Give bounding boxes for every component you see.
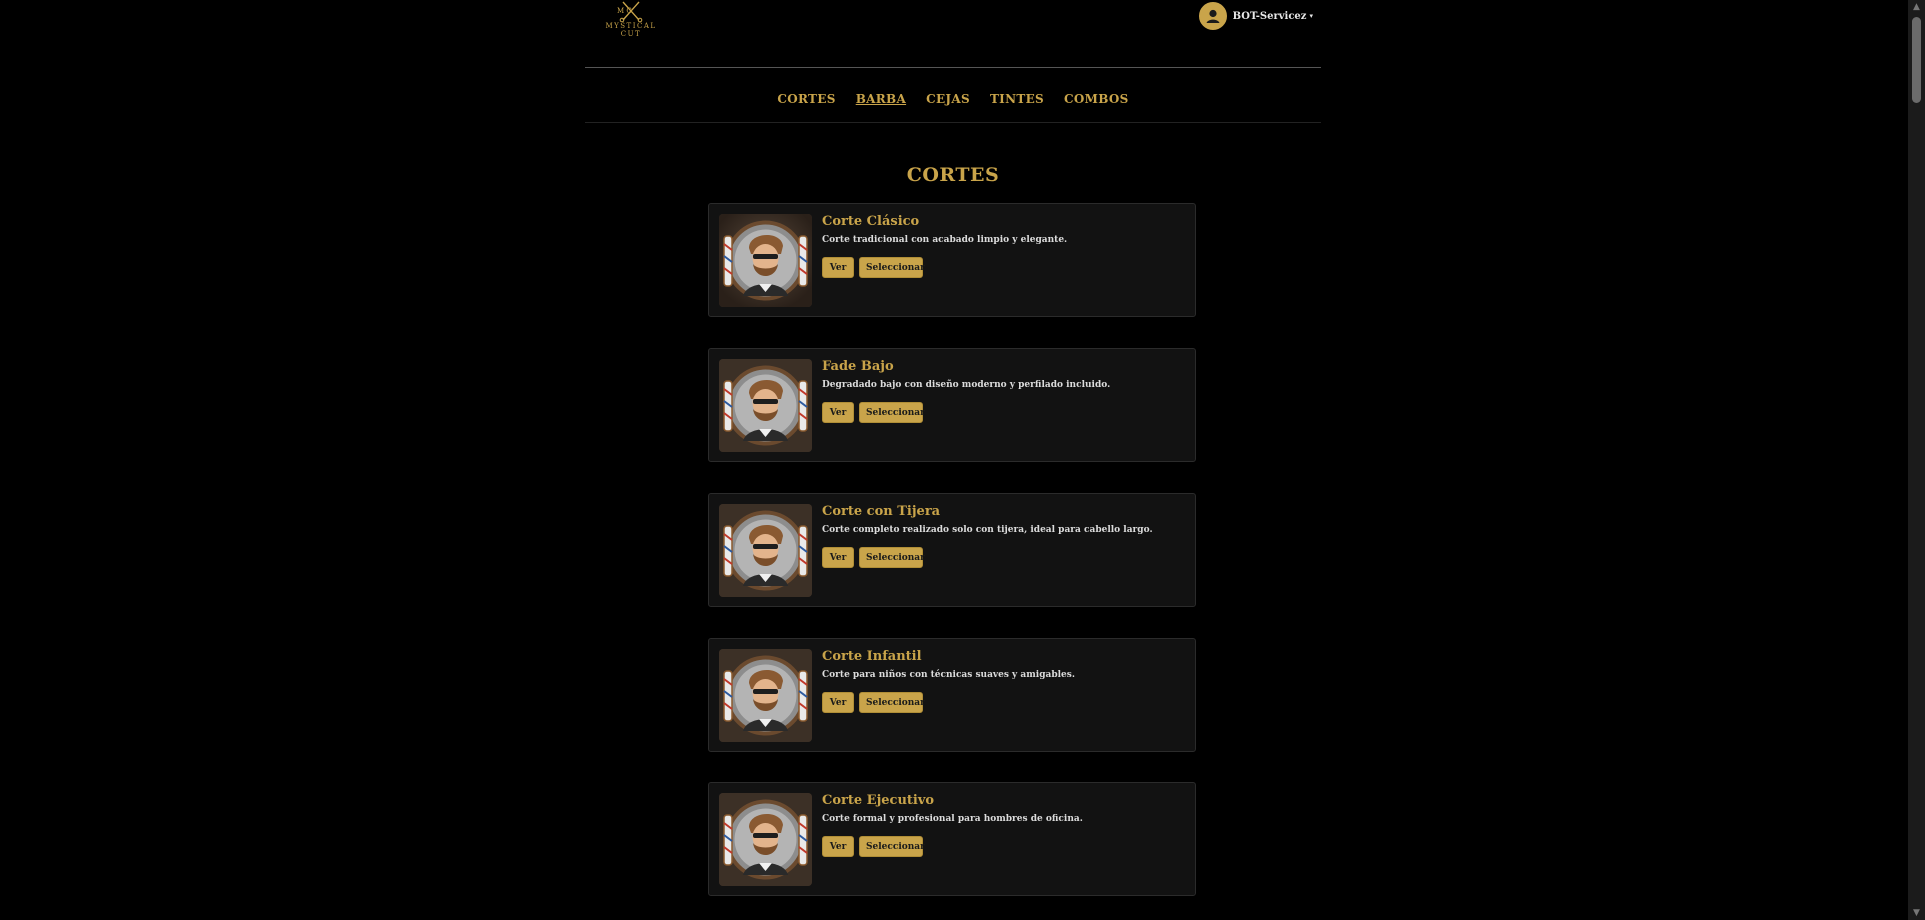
view-button[interactable]: Ver xyxy=(822,547,854,568)
scroll-up-arrow-icon[interactable]: ▲ xyxy=(1908,0,1925,14)
service-title: Corte con Tijera xyxy=(822,504,941,519)
service-description: Corte completo realizado solo con tijera… xyxy=(822,525,1153,535)
nav-item-cortes[interactable]: CORTES xyxy=(777,92,835,106)
select-button[interactable]: Seleccionar xyxy=(859,547,925,568)
barber-image xyxy=(719,504,812,597)
page-scrollbar[interactable]: ▲ ▼ xyxy=(1908,0,1925,920)
service-card: Fade Bajo Degradado bajo con diseño mode… xyxy=(708,348,1196,462)
service-description: Corte para niños con técnicas suaves y a… xyxy=(822,670,1075,680)
service-description: Corte formal y profesional para hombres … xyxy=(822,814,1083,824)
select-button[interactable]: Seleccionar xyxy=(859,692,925,713)
service-card: Corte con Tijera Corte completo realizad… xyxy=(708,493,1196,607)
select-button[interactable]: Seleccionar xyxy=(859,402,925,423)
service-title: Fade Bajo xyxy=(822,359,894,374)
brand-logo[interactable]: M C MYSTICAL CUT xyxy=(601,0,661,44)
service-card: Corte Ejecutivo Corte formal y profesion… xyxy=(708,782,1196,896)
logo-initials: M C xyxy=(617,7,632,15)
nav-item-cejas[interactable]: CEJAS xyxy=(926,92,970,106)
service-title: Corte Ejecutivo xyxy=(822,793,935,808)
service-card: Corte Clásico Corte tradicional con acab… xyxy=(708,203,1196,317)
barber-image xyxy=(719,359,812,452)
service-card: Corte Infantil Corte para niños con técn… xyxy=(708,638,1196,752)
service-title: Corte Infantil xyxy=(822,649,922,664)
nav-item-barba[interactable]: BARBA xyxy=(856,92,906,106)
select-button[interactable]: Seleccionar xyxy=(859,836,925,857)
view-button[interactable]: Ver xyxy=(822,692,854,713)
barber-image xyxy=(719,214,812,307)
service-description: Corte tradicional con acabado limpio y e… xyxy=(822,235,1068,245)
chevron-down-icon[interactable]: ▾ xyxy=(1309,12,1313,20)
nav-divider xyxy=(585,122,1321,123)
nav-item-combos[interactable]: COMBOS xyxy=(1064,92,1129,106)
view-button[interactable]: Ver xyxy=(822,836,854,857)
barber-image xyxy=(719,649,812,742)
user-name[interactable]: BOT-Servicez xyxy=(1233,11,1307,22)
scroll-thumb[interactable] xyxy=(1912,17,1921,103)
logo-line-2: CUT xyxy=(620,30,642,38)
section-title: CORTES xyxy=(906,164,1000,186)
nav-item-tintes[interactable]: TINTES xyxy=(990,92,1044,106)
view-button[interactable]: Ver xyxy=(822,257,854,278)
service-title: Corte Clásico xyxy=(822,214,920,229)
scroll-down-arrow-icon[interactable]: ▼ xyxy=(1908,906,1925,920)
user-avatar-icon[interactable] xyxy=(1198,2,1227,30)
service-description: Degradado bajo con diseño moderno y perf… xyxy=(822,380,1111,390)
barber-image xyxy=(719,793,812,886)
select-button[interactable]: Seleccionar xyxy=(859,257,925,278)
view-button[interactable]: Ver xyxy=(822,402,854,423)
header-divider xyxy=(585,67,1321,68)
scissors-logo-icon: M C xyxy=(617,1,643,22)
category-nav: CORTES BARBA CEJAS TINTES COMBOS xyxy=(585,92,1321,106)
user-menu[interactable]: BOT-Servicez ▾ xyxy=(1198,2,1313,30)
page: M C MYSTICAL CUT BOT-Servicez ▾ CORTES B… xyxy=(0,0,1925,920)
logo-line-1: MYSTICAL xyxy=(605,22,657,30)
